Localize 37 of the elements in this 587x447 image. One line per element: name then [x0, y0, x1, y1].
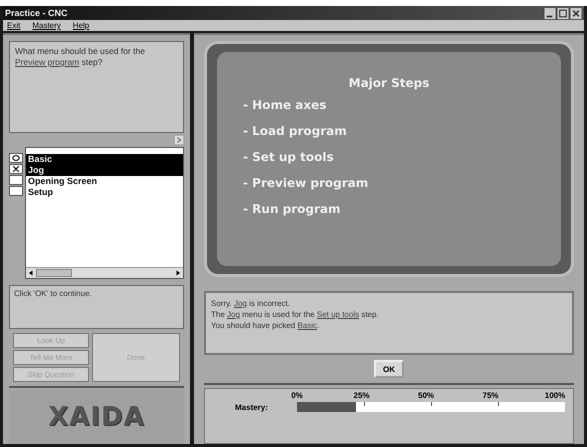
instruction-text: Click 'OK' to continue. [14, 289, 92, 298]
glossary-link[interactable]: Jog [234, 299, 247, 308]
board-item: - Load program [242, 124, 348, 140]
answer-item[interactable]: Basic [26, 154, 183, 165]
minimize-icon[interactable] [544, 8, 556, 18]
answer-item[interactable]: Jog [26, 165, 183, 176]
feedback-text: You should have picked Basic. [211, 320, 320, 331]
glossary-link[interactable]: Basic [297, 321, 317, 330]
close-icon[interactable] [570, 8, 582, 18]
expand-icon[interactable] [174, 135, 184, 145]
board-item: - Set up tools [242, 150, 335, 166]
glossary-link[interactable]: Jog [227, 310, 240, 319]
menu-item[interactable]: Help [72, 21, 90, 30]
menu-item[interactable]: Exit [7, 21, 20, 30]
tick-label: 25% [354, 391, 370, 400]
tick-label: 0% [291, 391, 303, 400]
board-item: - Run program [242, 202, 342, 218]
ok-button[interactable]: OK [374, 360, 404, 378]
question-text: What menu should be used for the Preview program step? [15, 46, 146, 68]
tick-label: 100% [544, 391, 566, 400]
menu-item[interactable]: Mastery [32, 21, 61, 30]
feedback-text: The Jog menu is used for the Set up tools step. [211, 309, 380, 320]
answer-item[interactable]: Opening Screen [26, 176, 183, 187]
board-item: - Home axes [242, 98, 328, 114]
logo: XAIDA [9, 390, 184, 444]
board-title: Major Steps [348, 76, 430, 90]
mastery-label: Mastery: [235, 402, 269, 412]
horizontal-scrollbar[interactable] [26, 267, 183, 278]
tick-label: 75% [482, 391, 498, 400]
glossary-link[interactable]: Preview program [15, 57, 80, 67]
tick-label: 50% [418, 391, 434, 400]
feedback-text: Sorry. Jog is incorrect. [211, 298, 291, 309]
glossary-link[interactable]: Set up tools [316, 310, 360, 319]
maximize-icon[interactable] [557, 8, 569, 18]
answer-item[interactable]: Setup [26, 187, 183, 198]
window-title: Practice - CNC [5, 8, 68, 18]
board-item: - Preview program [242, 176, 370, 192]
